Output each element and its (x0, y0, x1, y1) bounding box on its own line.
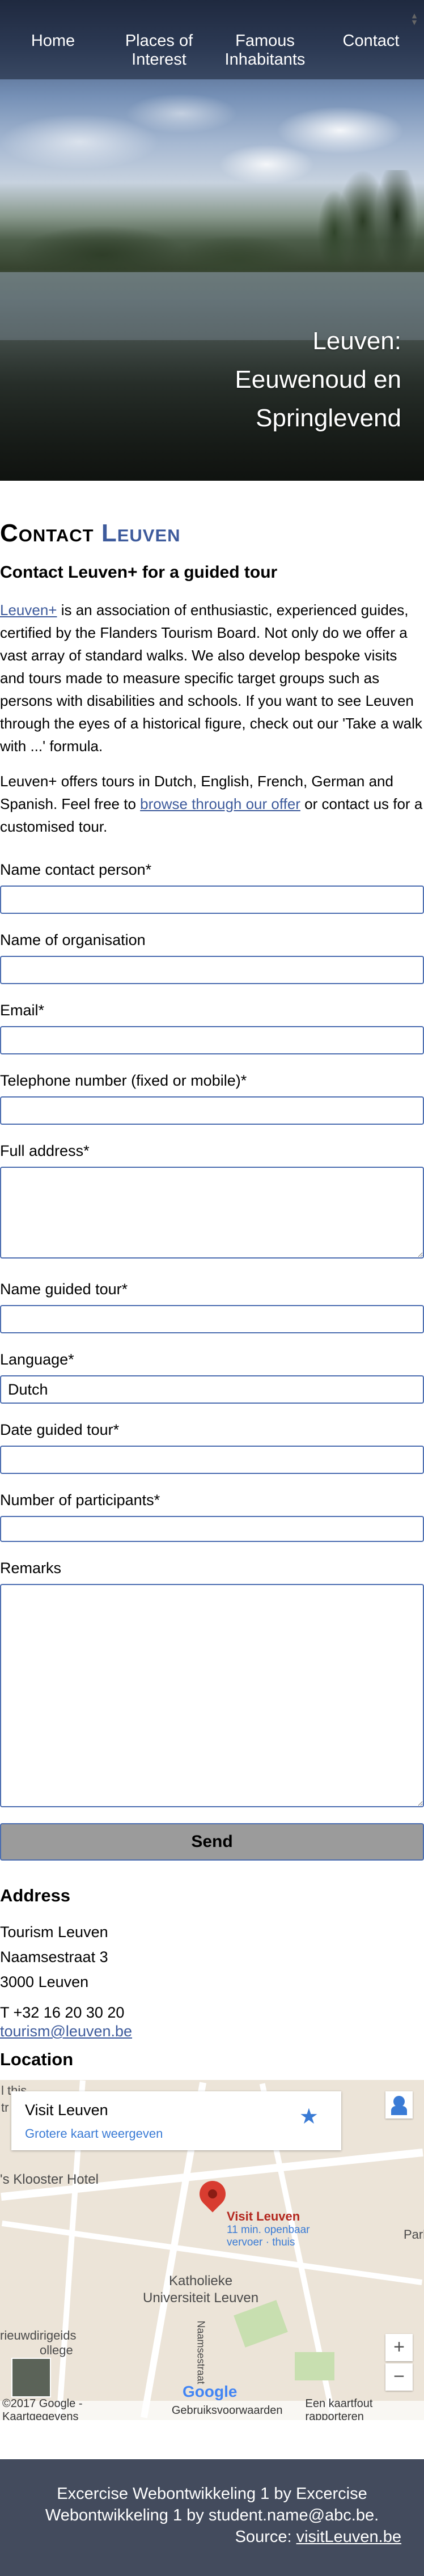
field-language: Language* Dutch (0, 1349, 424, 1404)
location-heading: Location (0, 2049, 74, 2069)
languages-paragraph: Leuven+ offers tours in Dutch, English, … (0, 770, 424, 838)
page-title: Contact Leuven (0, 518, 424, 549)
google-logo: Google (183, 2383, 238, 2400)
organisation-label: Name of organisation (0, 931, 146, 948)
save-star-icon[interactable]: ★ (299, 2104, 319, 2129)
address-phone: T +32 16 20 30 20 (0, 2004, 125, 2021)
hero-banner: Home Places of Interest Famous Inhabitan… (0, 0, 424, 481)
nav-famous-inhabitants[interactable]: Famous Inhabitants (220, 32, 311, 69)
field-remarks: Remarks (0, 1558, 424, 1807)
map-pin-icon[interactable] (194, 2175, 231, 2213)
contact-person-input[interactable] (0, 886, 424, 914)
contact-form: Name contact person* Name of organisatio… (0, 12, 424, 1861)
zoom-out-button[interactable]: − (385, 2363, 413, 2391)
nav-places-of-interest[interactable]: Places of Interest (114, 32, 205, 69)
footer-source: Source: visitLeuven.be (23, 2526, 401, 2548)
participants-stepper[interactable]: ▲ ▼ (410, 12, 418, 27)
map-terms-link[interactable]: Gebruiksvoorwaarden (172, 2404, 283, 2417)
map-label-uni-line1: Katholieke (169, 2273, 233, 2289)
address-textarea[interactable] (0, 1167, 424, 1259)
address-org: Tourism Leuven (0, 1923, 108, 1941)
address-email-link[interactable]: tourism@leuven.be (0, 2023, 132, 2040)
map-report-link[interactable]: Een kaartfout rapporteren (306, 2397, 424, 2420)
location-map[interactable]: l this tr 's Klooster Hotel Katholieke U… (0, 2080, 424, 2420)
map-park (295, 2352, 334, 2380)
date-label: Date guided tour* (0, 1421, 120, 1438)
map-attribution-bar: ©2017 Google - Kaartgegevens Gebruiksvoo… (0, 2397, 424, 2420)
field-contact-person: Name contact person* (0, 859, 424, 914)
map-card-link[interactable]: Grotere kaart weergeven (25, 2126, 163, 2141)
field-date: Date guided tour* (0, 1420, 424, 1474)
map-label-college: rieuwdirigeids ollege (0, 2328, 77, 2358)
map-label-hotel: 's Klooster Hotel (0, 2172, 99, 2187)
page-footer: Excercise Webontwikkeling 1 by Excercise… (0, 2459, 424, 2576)
map-info-card: Visit Leuven Grotere kaart weergeven ★ (11, 2091, 341, 2150)
map-park (234, 2300, 288, 2348)
map-label-street: Naamsestraat (195, 2320, 207, 2384)
field-organisation: Name of organisation (0, 930, 424, 984)
map-card-title: Visit Leuven (25, 2102, 108, 2119)
map-label-college-line2: ollege (40, 2343, 73, 2357)
email-label: Email* (0, 1002, 45, 1019)
hero-trees (0, 170, 424, 272)
page-title-part2: Leuven (101, 519, 181, 547)
browse-offer-link[interactable]: browse through our offer (140, 795, 300, 812)
map-label-uni: Katholieke Universiteit Leuven (143, 2273, 258, 2307)
guided-tour-label: Name guided tour* (0, 1281, 128, 1298)
remarks-label: Remarks (0, 1560, 62, 1577)
contact-person-label: Name contact person* (0, 861, 152, 878)
address-label: Full address* (0, 1142, 90, 1159)
map-attribution: ©2017 Google - Kaartgegevens (2, 2397, 83, 2420)
date-input[interactable] (0, 1446, 424, 1474)
language-label: Language* (0, 1351, 74, 1368)
address-street: Naamsestraat 3 (0, 1948, 108, 1965)
remarks-textarea[interactable] (0, 1584, 424, 1807)
participants-input[interactable] (0, 1516, 424, 1542)
map-label-tr: tr (1, 2100, 9, 2115)
footer-source-link[interactable]: visitLeuven.be (296, 2528, 401, 2546)
main-content: Contact Leuven Contact Leuven+ for a gui… (0, 12, 424, 2420)
nav-home[interactable]: Home (8, 32, 99, 50)
organisation-input[interactable] (0, 956, 424, 984)
field-guided-tour: Name guided tour* (0, 1279, 424, 1333)
zoom-in-button[interactable]: + (385, 2334, 413, 2361)
leuven-plus-link[interactable]: Leuven+ (0, 601, 57, 618)
address-heading: Address (0, 1886, 71, 1905)
footer-credit: Excercise Webontwikkeling 1 by Excercise… (45, 2485, 379, 2524)
send-button[interactable]: Send (0, 1823, 424, 1861)
hero-title: Leuven: Eeuwenoud en Springlevend (235, 327, 401, 432)
address-section: Address Tourism Leuven Naamsestraat 3 30… (0, 1884, 424, 2040)
map-label-uni-line2: Universiteit Leuven (143, 2290, 259, 2306)
field-telephone: Telephone number (fixed or mobile)* (0, 1070, 424, 1125)
footer-source-label: Source: (235, 2528, 296, 2546)
email-input[interactable] (0, 1026, 424, 1054)
field-address: Full address* (0, 1141, 424, 1259)
nav-contact[interactable]: Contact (326, 32, 417, 50)
intro-paragraph: Leuven+ is an association of enthusiasti… (0, 599, 424, 757)
telephone-input[interactable] (0, 1096, 424, 1125)
participants-label: Number of participants* (0, 1492, 160, 1509)
telephone-label: Telephone number (fixed or mobile)* (0, 1072, 247, 1089)
satellite-toggle[interactable] (11, 2358, 51, 2397)
page-subtitle: Contact Leuven+ for a guided tour (0, 563, 278, 582)
intro-text: is an association of enthusiastic, exper… (0, 601, 422, 755)
address-city: 3000 Leuven (0, 1973, 89, 1990)
map-label-college-line1: rieuwdirigeids (0, 2328, 77, 2342)
location-section: Location l this tr 's Klooster Hotel Kat… (0, 2048, 424, 2420)
map-label-park: Park (404, 2227, 424, 2242)
field-email: Email* (0, 1000, 424, 1054)
main-nav: Home Places of Interest Famous Inhabitan… (0, 0, 424, 79)
street-view-icon[interactable] (385, 2091, 413, 2119)
map-label-transit: 11 min. openbaar vervoer · thuis (227, 2224, 310, 2248)
field-participants: Number of participants* ▲ ▼ (0, 12, 424, 1542)
page-title-part1: Contact (0, 519, 94, 547)
map-label-poi: Visit Leuven (227, 2209, 300, 2223)
guided-tour-input[interactable] (0, 1305, 424, 1333)
language-select[interactable]: Dutch (0, 1375, 424, 1404)
